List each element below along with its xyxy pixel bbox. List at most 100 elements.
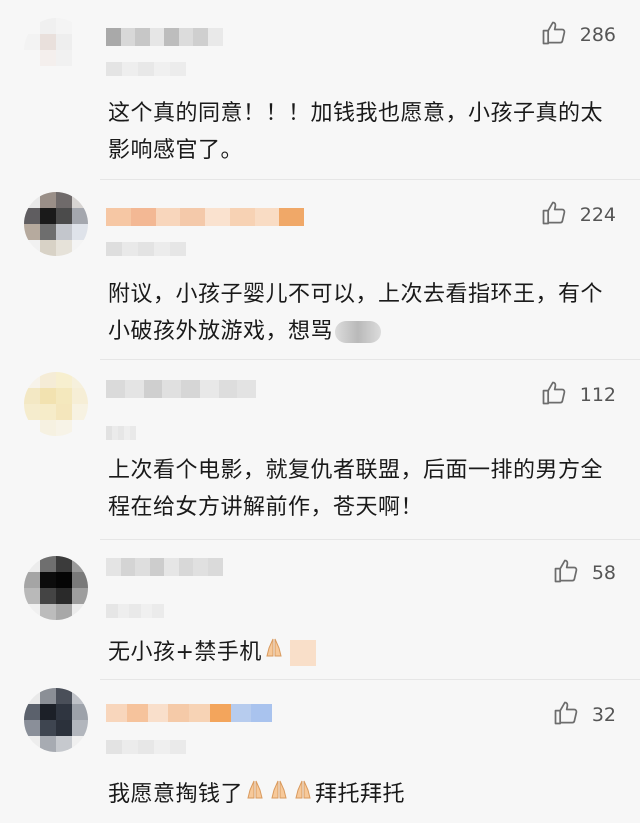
avatar[interactable] (24, 556, 88, 620)
avatar-mosaic-cell (40, 720, 56, 736)
like-button[interactable]: 32 (552, 700, 616, 730)
name-mosaic-cell (120, 558, 136, 576)
meta-mosaic-cell (138, 740, 154, 754)
comment-item: 224 附议，小孩子婴儿不可以，上次去看指环王，有个小破孩外放游戏，想骂 (0, 180, 640, 360)
name-mosaic-cell (181, 380, 200, 398)
avatar-mosaic-cell (24, 588, 40, 604)
meta-mosaic-cell (130, 426, 136, 440)
username-blurred[interactable] (106, 704, 273, 722)
user-meta-blurred (106, 62, 186, 76)
avatar-mosaic-cell (56, 588, 72, 604)
like-count: 112 (579, 384, 616, 406)
avatar-mosaic-cell (56, 688, 72, 704)
avatar[interactable] (24, 688, 88, 752)
avatar-mosaic-cell (24, 736, 40, 752)
username-blurred[interactable] (106, 28, 223, 46)
meta-mosaic-cell (154, 242, 170, 256)
avatar-mosaic-cell (40, 388, 56, 404)
meta-mosaic-cell (140, 604, 153, 618)
name-mosaic-cell (106, 704, 127, 722)
avatar-mosaic-cell (56, 736, 72, 752)
user-meta-blurred (106, 426, 136, 440)
name-mosaic-cell (218, 380, 238, 398)
avatar-mosaic-cell (56, 604, 72, 620)
comment-text: 无小孩+禁手机 (108, 634, 614, 672)
avatar-mosaic-cell (40, 18, 56, 34)
avatar-mosaic-cell (72, 604, 88, 620)
like-button[interactable]: 58 (552, 558, 616, 588)
avatar-mosaic-cell (56, 34, 72, 50)
avatar-mosaic-cell (72, 688, 88, 704)
name-mosaic-cell (207, 558, 223, 576)
avatar-mosaic-cell (72, 572, 88, 588)
avatar-mosaic-cell (56, 192, 72, 208)
avatar-mosaic-cell (72, 66, 88, 82)
name-mosaic-cell (164, 28, 179, 46)
avatar-mosaic-cell (24, 66, 40, 82)
avatar-mosaic-cell (72, 224, 88, 240)
comment-item: 112 上次看个电影，就复仇者联盟，后面一排的男方全程在给女方讲解前作，苍天啊！ (0, 360, 640, 540)
name-mosaic-cell (229, 208, 255, 226)
avatar[interactable] (24, 192, 88, 256)
avatar-mosaic-cell (72, 50, 88, 66)
thumbs-up-icon (540, 379, 568, 411)
meta-mosaic-cell (129, 604, 142, 618)
meta-mosaic-cell (154, 62, 170, 76)
name-mosaic-cell (199, 380, 219, 398)
username-blurred[interactable] (106, 380, 257, 398)
name-mosaic-cell (251, 704, 273, 722)
avatar-mosaic-cell (72, 720, 88, 736)
avatar-mosaic-cell (40, 572, 56, 588)
like-count: 286 (579, 24, 616, 46)
avatar-mosaic-cell (24, 18, 40, 34)
avatar-mosaic-cell (56, 556, 72, 572)
avatar-mosaic-cell (40, 224, 56, 240)
name-mosaic-cell (106, 208, 131, 226)
username-blurred[interactable] (106, 208, 305, 226)
name-mosaic-cell (254, 208, 280, 226)
like-button[interactable]: 224 (540, 200, 616, 230)
avatar-mosaic-cell (72, 18, 88, 34)
thumbs-up-icon (552, 699, 580, 731)
name-mosaic-cell (135, 558, 150, 576)
comment-text: 这个真的同意！！！加钱我也愿意，小孩子真的太影响感官了。 (108, 101, 604, 163)
folded-hands-icon (291, 777, 315, 814)
avatar-mosaic-cell (24, 704, 40, 720)
meta-mosaic-cell (106, 62, 122, 76)
like-button[interactable]: 286 (540, 20, 616, 50)
avatar-mosaic-cell (56, 240, 72, 256)
name-mosaic-cell (193, 28, 208, 46)
name-mosaic-cell (143, 380, 163, 398)
meta-mosaic-cell (138, 242, 154, 256)
name-mosaic-cell (205, 208, 230, 226)
avatar-mosaic-cell (40, 34, 56, 50)
name-mosaic-cell (193, 558, 208, 576)
comment-text: 附议，小孩子婴儿不可以，上次去看指环王，有个小破孩外放游戏，想骂 (108, 276, 614, 350)
avatar-mosaic-cell (24, 224, 40, 240)
user-meta-blurred (106, 740, 186, 754)
avatar[interactable] (24, 18, 88, 82)
avatar[interactable] (24, 372, 88, 436)
name-mosaic-cell (147, 704, 169, 722)
meta-mosaic-cell (122, 242, 138, 256)
avatar-mosaic-cell (72, 192, 88, 208)
avatar-mosaic-cell (24, 556, 40, 572)
folded-hands-icon (262, 635, 286, 672)
like-button[interactable]: 112 (540, 380, 616, 410)
name-mosaic-cell (124, 380, 144, 398)
avatar-mosaic-cell (56, 420, 72, 436)
thumbs-up-icon (540, 199, 568, 231)
name-mosaic-cell (178, 28, 194, 46)
avatar-mosaic-cell (24, 688, 40, 704)
comment-item: 58 无小孩+禁手机 (0, 540, 640, 680)
name-mosaic-cell (106, 558, 121, 576)
avatar-mosaic-cell (56, 50, 72, 66)
avatar-mosaic-cell (24, 240, 40, 256)
name-mosaic-cell (106, 28, 121, 46)
name-mosaic-cell (135, 28, 150, 46)
avatar-mosaic-cell (24, 388, 40, 404)
avatar-mosaic-cell (24, 604, 40, 620)
avatar-mosaic-cell (56, 18, 72, 34)
username-blurred[interactable] (106, 558, 223, 576)
comment-item: 32 我愿意掏钱了 拜托拜托 (0, 680, 640, 823)
